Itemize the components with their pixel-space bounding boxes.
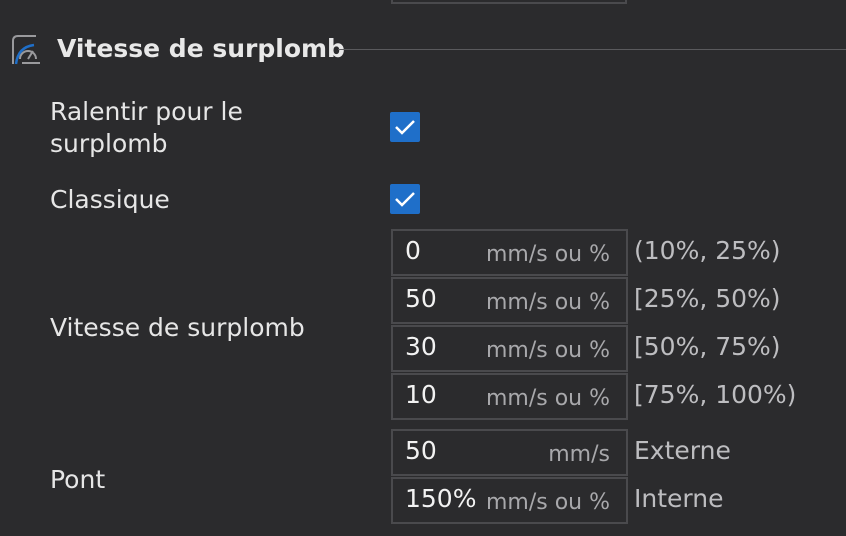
field-unit: mm/s ou %: [485, 490, 610, 515]
field-value: 50: [405, 436, 437, 465]
field-unit: mm/s ou %: [485, 290, 610, 315]
bridge-label: Pont: [50, 465, 106, 494]
checkmark-icon: [395, 120, 415, 135]
field-unit: mm/s ou %: [485, 338, 610, 363]
field-value: 30: [405, 332, 437, 361]
field-value: 150%: [405, 484, 477, 513]
overhang-speed-icon: [10, 33, 44, 67]
slow-down-overhang-checkbox[interactable]: [390, 112, 420, 142]
previous-setting-field[interactable]: [391, 0, 627, 4]
classic-checkbox[interactable]: [390, 184, 420, 214]
field-unit: mm/s: [548, 442, 610, 467]
field-value: 50: [405, 284, 437, 313]
overhang-speed-field-1[interactable]: 0 mm/s ou %: [391, 229, 628, 276]
bridge-external-field[interactable]: 50 mm/s: [391, 429, 628, 476]
overhang-range-label: (10%, 25%): [634, 236, 781, 265]
section-divider: [338, 49, 846, 50]
overhang-speed-field-2[interactable]: 50 mm/s ou %: [391, 277, 628, 324]
overhang-range-label: [50%, 75%): [634, 332, 781, 361]
bridge-internal-field[interactable]: 150% mm/s ou %: [391, 477, 628, 524]
slow-down-overhang-label-line2: surplomb: [50, 129, 168, 158]
classic-label: Classique: [50, 185, 170, 214]
slow-down-overhang-label: Ralentir pour le surplomb: [50, 96, 243, 160]
section-header: Vitesse de surplomb: [0, 28, 846, 72]
slow-down-overhang-label-line1: Ralentir pour le: [50, 97, 243, 126]
field-unit: mm/s ou %: [485, 386, 610, 411]
field-value: 10: [405, 380, 437, 409]
overhang-speed-label: Vitesse de surplomb: [50, 313, 305, 342]
overhang-range-label: [75%, 100%): [634, 380, 797, 409]
bridge-type-label: Externe: [634, 436, 731, 465]
section-title: Vitesse de surplomb: [57, 34, 345, 63]
field-unit: mm/s ou %: [485, 242, 610, 267]
bridge-type-label: Interne: [634, 484, 724, 513]
overhang-speed-field-4[interactable]: 10 mm/s ou %: [391, 373, 628, 420]
checkmark-icon: [395, 192, 415, 207]
overhang-range-label: [25%, 50%): [634, 284, 781, 313]
overhang-speed-field-3[interactable]: 30 mm/s ou %: [391, 325, 628, 372]
field-value: 0: [405, 236, 421, 265]
